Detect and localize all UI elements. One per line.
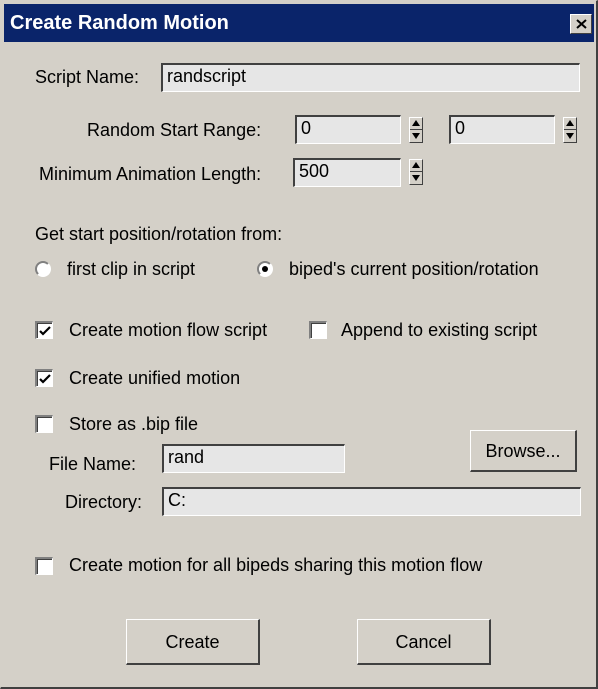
window-title: Create Random Motion [10,12,229,34]
spinner-down-icon[interactable] [566,133,574,139]
script-name-label: Script Name: [35,67,140,87]
browse-button[interactable]: Browse... [470,430,577,472]
directory-input[interactable]: C: [162,487,581,516]
min-animation-length-label: Minimum Animation Length: [39,164,262,184]
create-motion-flow-checkbox[interactable] [35,321,53,339]
create-button[interactable]: Create [126,619,260,665]
spinner-up-icon[interactable] [412,162,420,168]
store-bip-checkbox[interactable] [35,415,53,433]
cancel-button[interactable]: Cancel [357,619,491,665]
random-start-from-spinner[interactable] [409,117,423,143]
radio-first-clip[interactable] [35,261,51,277]
radio-selected-dot [262,266,268,272]
store-bip-label[interactable]: Store as .bip file [69,413,198,435]
script-name-input[interactable]: randscript [161,63,580,92]
spinner-down-icon[interactable] [412,175,420,181]
append-existing-label[interactable]: Append to existing script [341,319,537,341]
checkmark-icon [39,374,51,384]
title-bar[interactable]: Create Random Motion [4,4,594,42]
min-animation-length-input[interactable]: 500 [293,158,401,187]
spinner-down-icon[interactable] [412,133,420,139]
spinner-up-icon[interactable] [566,120,574,126]
close-button[interactable] [570,14,592,34]
create-unified-motion-checkbox[interactable] [35,369,53,387]
create-unified-motion-label[interactable]: Create unified motion [69,367,240,389]
radio-biped-current-label[interactable]: biped's current position/rotation [289,258,539,280]
checkmark-icon [39,326,51,336]
spinner-up-icon[interactable] [412,120,420,126]
random-start-to-spinner[interactable] [563,117,577,143]
create-random-motion-dialog: Create Random Motion Script Name: randsc… [0,0,598,689]
create-motion-flow-label[interactable]: Create motion flow script [69,319,267,341]
random-start-to-input[interactable]: 0 [449,115,555,144]
close-icon [576,19,587,29]
directory-label: Directory: [65,492,143,512]
file-name-input[interactable]: rand [162,444,345,473]
random-start-from-input[interactable]: 0 [295,115,401,144]
all-bipeds-checkbox[interactable] [35,557,53,575]
all-bipeds-label[interactable]: Create motion for all bipeds sharing thi… [69,554,482,576]
radio-first-clip-label[interactable]: first clip in script [67,258,195,280]
append-existing-checkbox[interactable] [309,321,327,339]
radio-biped-current[interactable] [257,261,273,277]
start-position-label: Get start position/rotation from: [35,224,283,244]
random-start-range-label: Random Start Range: [87,120,262,140]
min-animation-length-spinner[interactable] [409,159,423,185]
file-name-label: File Name: [49,454,137,474]
